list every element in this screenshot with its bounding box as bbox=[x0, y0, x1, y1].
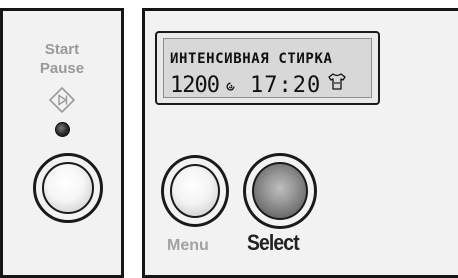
status-led bbox=[55, 122, 70, 137]
select-label: Select bbox=[247, 230, 300, 255]
select-button-face[interactable] bbox=[252, 162, 308, 220]
start-pause-diamond-icon bbox=[49, 87, 75, 113]
lcd-screen: ИНТЕНСИВНАЯ СТИРКА 1200 17:20 bbox=[163, 38, 372, 98]
menu-button-face[interactable] bbox=[170, 164, 220, 218]
spin-speed-value: 1200 bbox=[170, 73, 220, 98]
start-pause-button[interactable] bbox=[33, 153, 103, 223]
time-remaining-value: 17:20 bbox=[250, 73, 322, 98]
select-button[interactable] bbox=[243, 153, 317, 229]
menu-label: Menu bbox=[167, 237, 209, 254]
control-panel: ИНТЕНСИВНАЯ СТИРКА 1200 17:20 Menu Selec… bbox=[142, 8, 458, 278]
pause-label: Pause bbox=[39, 60, 85, 77]
menu-button[interactable] bbox=[161, 155, 229, 227]
start-label: Start bbox=[44, 41, 80, 58]
start-pause-panel: Start Pause bbox=[0, 8, 124, 278]
shirt-icon bbox=[328, 73, 346, 90]
program-name: ИНТЕНСИВНАЯ СТИРКА bbox=[170, 51, 333, 67]
lcd-display: ИНТЕНСИВНАЯ СТИРКА 1200 17:20 bbox=[155, 31, 380, 105]
start-pause-button-face[interactable] bbox=[42, 162, 94, 214]
spin-icon bbox=[226, 82, 235, 91]
